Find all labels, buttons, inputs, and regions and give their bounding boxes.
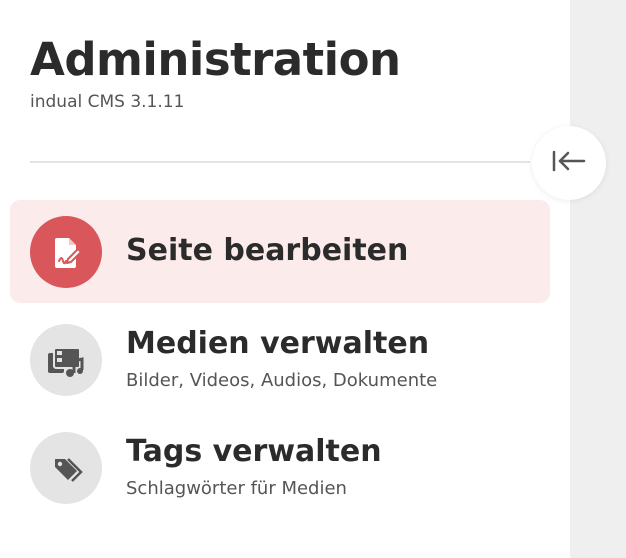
nav-item-medien-verwalten[interactable]: Medien verwalten Bilder, Videos, Audios,…: [10, 308, 550, 411]
tags-icon: [30, 432, 102, 504]
divider: [30, 161, 530, 163]
nav-item-description: Schlagwörter für Medien: [126, 478, 347, 499]
nav-item-label: Seite bearbeiten: [126, 233, 409, 268]
page-title: Administration: [30, 33, 401, 86]
media-icon: [30, 324, 102, 396]
collapse-left-icon: [551, 149, 587, 177]
nav-item-description: Bilder, Videos, Audios, Dokumente: [126, 370, 438, 391]
version-label: indual CMS 3.1.11: [30, 92, 185, 112]
admin-panel: Administration indual CMS 3.1.11 Seite b…: [0, 0, 570, 558]
nav-item-tags-verwalten[interactable]: Tags verwalten Schlagwörter für Medien: [10, 416, 550, 519]
nav-item-label: Medien verwalten: [126, 326, 430, 361]
page-edit-icon: [30, 216, 102, 288]
nav-item-seite-bearbeiten[interactable]: Seite bearbeiten: [10, 200, 550, 303]
nav-item-label: Tags verwalten: [126, 434, 382, 469]
collapse-sidebar-button[interactable]: [532, 126, 606, 200]
